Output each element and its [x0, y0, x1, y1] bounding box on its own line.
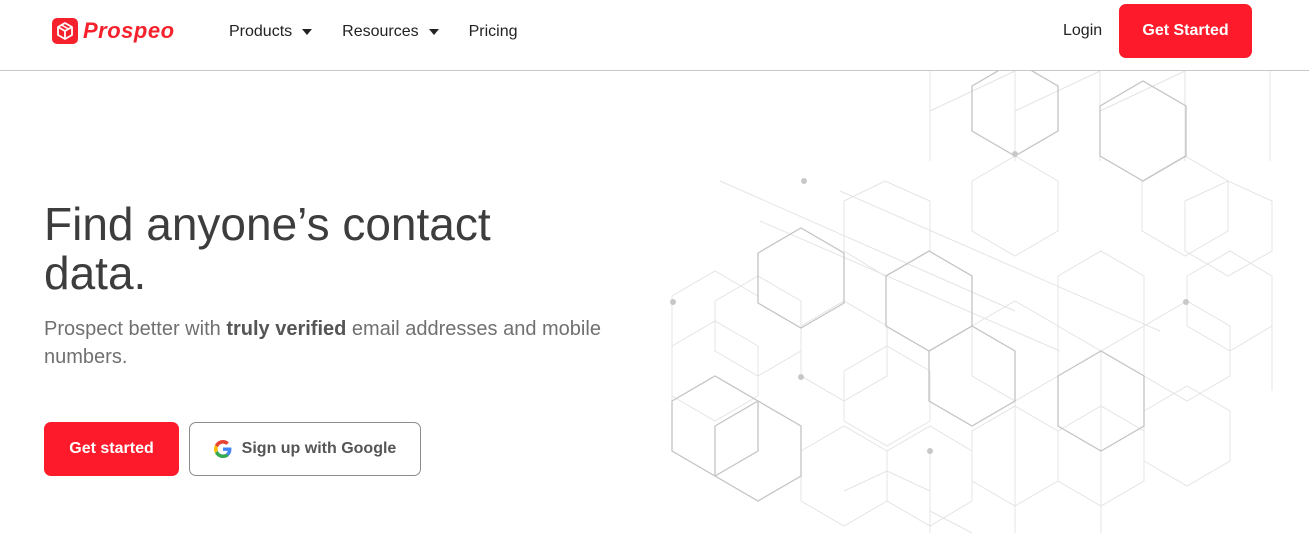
hexagon-pattern-background: [670, 71, 1273, 533]
brand-logo[interactable]: Prospeo: [52, 18, 175, 44]
main-nav: Products Resources Pricing: [229, 22, 548, 42]
landing-page: Prospeo Products Resources Pricing Login…: [0, 0, 1309, 533]
google-signup-label: Sign up with Google: [241, 440, 397, 457]
cube-logo-icon: [52, 18, 78, 44]
login-link[interactable]: Login: [1063, 22, 1102, 40]
site-header: Prospeo Products Resources Pricing Login…: [0, 0, 1309, 71]
brand-name: Prospeo: [83, 18, 175, 43]
caret-down-icon: [428, 29, 439, 35]
caret-down-icon: [302, 29, 313, 35]
get-started-button[interactable]: Get started: [44, 422, 179, 476]
nav-products[interactable]: Products: [229, 22, 313, 42]
google-g-icon: [213, 440, 232, 458]
hero-subtitle-prefix: Prospect better with: [44, 318, 227, 340]
nav-resources[interactable]: Resources: [342, 22, 439, 42]
nav-pricing[interactable]: Pricing: [469, 22, 518, 42]
hero-subtitle-bold: truly verified: [226, 318, 347, 340]
nav-resources-label: Resources: [342, 23, 419, 40]
nav-pricing-label: Pricing: [468, 23, 518, 40]
hero-title: Find anyone’s contact data.: [44, 198, 491, 299]
google-signup-button[interactable]: Sign up with Google: [189, 422, 421, 476]
nav-products-label: Products: [229, 23, 293, 40]
hero-subtitle: Prospect better with truly verified emai…: [44, 315, 604, 371]
get-started-header-button[interactable]: Get Started: [1119, 4, 1252, 58]
